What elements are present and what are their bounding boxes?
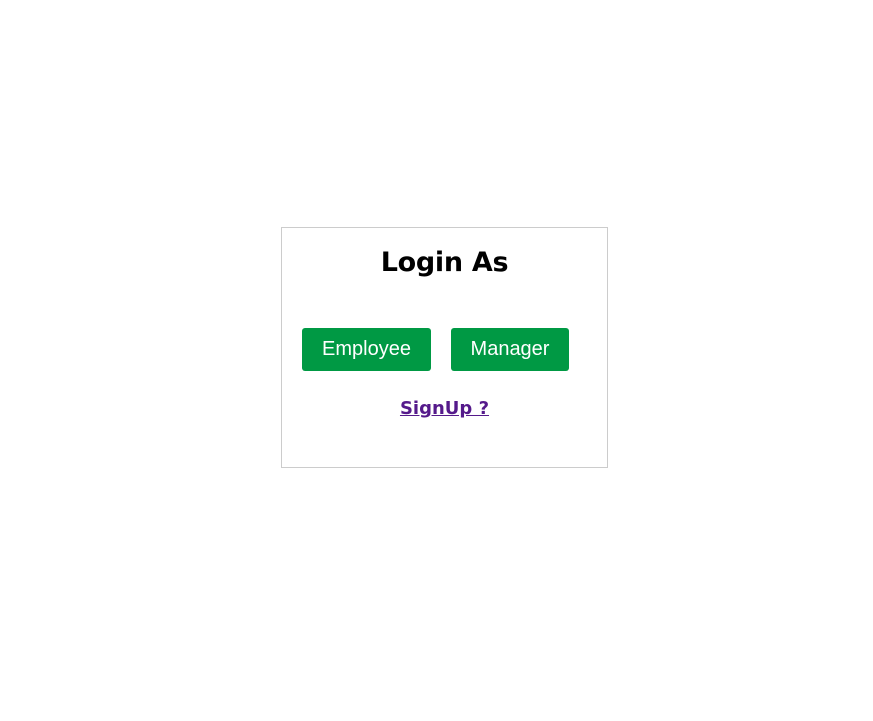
login-card: Login As Employee Manager SignUp ? <box>281 227 608 468</box>
page: Login As Employee Manager SignUp ? <box>0 0 873 721</box>
login-title: Login As <box>380 247 509 278</box>
manager-button[interactable]: Manager <box>451 328 569 371</box>
employee-button[interactable]: Employee <box>302 328 431 371</box>
role-buttons: Employee Manager <box>302 328 569 371</box>
signup-link[interactable]: SignUp ? <box>282 398 607 419</box>
